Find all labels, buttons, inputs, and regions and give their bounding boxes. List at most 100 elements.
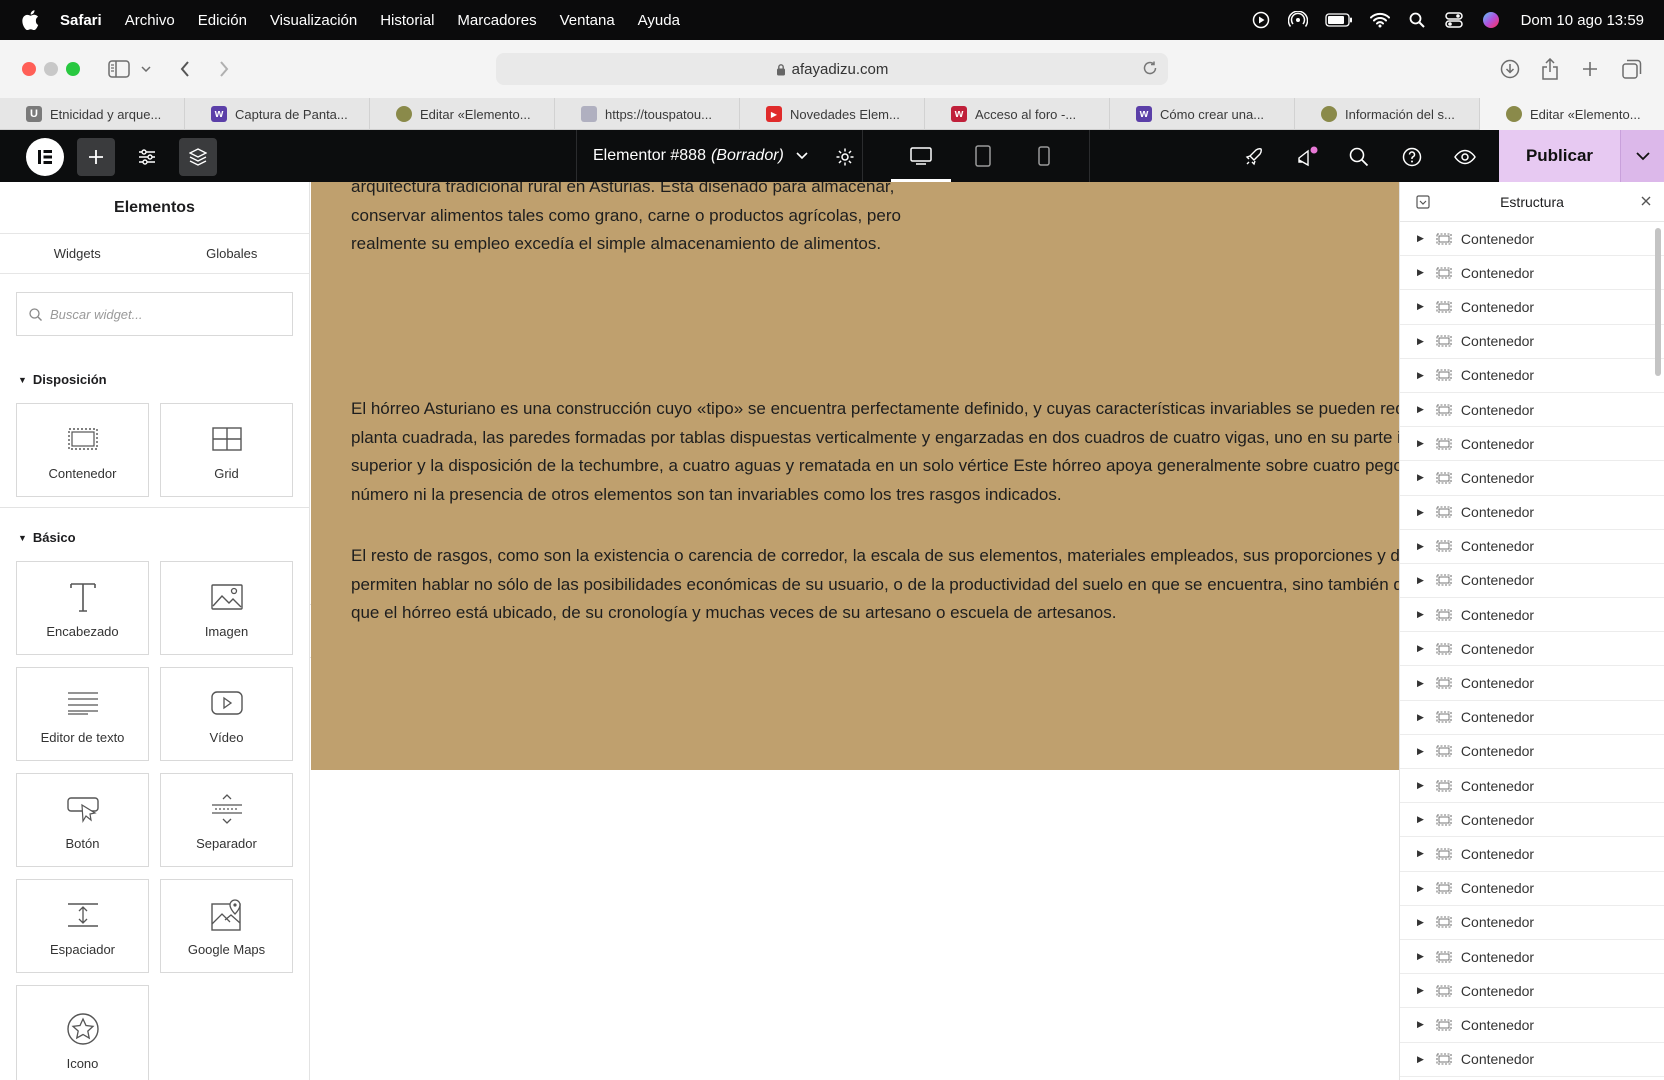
expand-arrow-icon[interactable]: ▶ bbox=[1417, 267, 1424, 278]
menu-visualizacion[interactable]: Visualización bbox=[270, 12, 357, 29]
publish-options-chevron-icon[interactable] bbox=[1620, 130, 1664, 182]
structure-item[interactable]: ▶ Contenedor bbox=[1400, 564, 1664, 599]
expand-arrow-icon[interactable]: ▶ bbox=[1417, 746, 1424, 757]
structure-item[interactable]: ▶ Contenedor bbox=[1400, 359, 1664, 393]
structure-item[interactable]: ▶ Contenedor bbox=[1400, 1043, 1664, 1077]
browser-tab[interactable]: U Etnicidad y arque... bbox=[0, 98, 185, 130]
menubar-clock[interactable]: Dom 10 ago 13:59 bbox=[1521, 12, 1644, 29]
editor-canvas[interactable]: arquitectura tradicional rural en Asturi… bbox=[311, 182, 1399, 1080]
tablet-view-icon[interactable] bbox=[953, 130, 1013, 182]
structure-scrollbar[interactable] bbox=[1655, 228, 1661, 376]
spotlight-search-icon[interactable] bbox=[1406, 9, 1428, 31]
battery-icon[interactable] bbox=[1324, 9, 1354, 31]
browser-tab[interactable]: w Captura de Panta... bbox=[185, 98, 370, 130]
expand-arrow-icon[interactable]: ▶ bbox=[1417, 438, 1424, 449]
sidebar-toggle-icon[interactable] bbox=[106, 56, 132, 82]
minimize-window-button[interactable] bbox=[44, 62, 58, 76]
widget-google-maps[interactable]: Google Maps bbox=[160, 879, 293, 973]
site-settings-icon[interactable] bbox=[128, 138, 166, 176]
section-toggle-basico[interactable]: ▼ Básico bbox=[18, 530, 309, 545]
structure-item[interactable]: ▶ Contenedor bbox=[1400, 256, 1664, 291]
expand-arrow-icon[interactable]: ▶ bbox=[1417, 301, 1424, 312]
widget-encabezado[interactable]: Encabezado bbox=[16, 561, 149, 655]
expand-arrow-icon[interactable]: ▶ bbox=[1417, 951, 1424, 962]
expand-arrow-icon[interactable]: ▶ bbox=[1417, 678, 1424, 689]
text-paragraph-3[interactable]: El resto de rasgos, como son la existenc… bbox=[351, 542, 1399, 628]
browser-tab[interactable]: w Cómo crear una... bbox=[1110, 98, 1295, 130]
reload-icon[interactable] bbox=[1142, 60, 1158, 76]
play-icon[interactable] bbox=[1250, 9, 1272, 31]
structure-item[interactable]: ▶ Contenedor bbox=[1400, 290, 1664, 325]
back-icon[interactable] bbox=[172, 56, 198, 82]
menu-ayuda[interactable]: Ayuda bbox=[638, 12, 680, 29]
structure-item[interactable]: ▶ Contenedor bbox=[1400, 803, 1664, 838]
structure-item[interactable]: ▶ Contenedor bbox=[1400, 940, 1664, 975]
expand-arrow-icon[interactable]: ▶ bbox=[1417, 780, 1424, 791]
control-center-icon[interactable] bbox=[1443, 9, 1465, 31]
mobile-view-icon[interactable] bbox=[1014, 130, 1074, 182]
structure-item[interactable]: ▶ Contenedor bbox=[1400, 632, 1664, 667]
downloads-icon[interactable] bbox=[1497, 56, 1523, 82]
share-icon[interactable] bbox=[1537, 56, 1563, 82]
chevron-down-icon[interactable] bbox=[136, 56, 156, 82]
expand-arrow-icon[interactable]: ▶ bbox=[1417, 643, 1424, 654]
browser-tab[interactable]: Editar «Elemento... bbox=[370, 98, 555, 130]
expand-arrow-icon[interactable]: ▶ bbox=[1417, 1019, 1424, 1030]
expand-arrow-icon[interactable]: ▶ bbox=[1417, 883, 1424, 894]
browser-tab[interactable]: ▶ Novedades Elem... bbox=[740, 98, 925, 130]
structure-item[interactable]: ▶ Contenedor bbox=[1400, 735, 1664, 769]
expand-arrow-icon[interactable]: ▶ bbox=[1417, 404, 1424, 415]
structure-item[interactable]: ▶ Contenedor bbox=[1400, 666, 1664, 701]
structure-item[interactable]: ▶ Contenedor bbox=[1400, 530, 1664, 564]
structure-item[interactable]: ▶ Contenedor bbox=[1400, 427, 1664, 462]
airdrop-icon[interactable] bbox=[1287, 9, 1309, 31]
add-element-button[interactable] bbox=[77, 138, 115, 176]
menu-edicion[interactable]: Edición bbox=[198, 12, 247, 29]
help-icon[interactable] bbox=[1393, 138, 1431, 176]
close-icon[interactable] bbox=[1640, 195, 1652, 207]
close-window-button[interactable] bbox=[22, 62, 36, 76]
widget-icono[interactable]: Icono bbox=[16, 985, 149, 1080]
widget-grid[interactable]: Grid bbox=[160, 403, 293, 497]
expand-arrow-icon[interactable]: ▶ bbox=[1417, 472, 1424, 483]
section-toggle-disposicion[interactable]: ▼ Disposición bbox=[18, 372, 309, 387]
structure-layers-icon[interactable] bbox=[179, 138, 217, 176]
expand-arrow-icon[interactable]: ▶ bbox=[1417, 507, 1424, 518]
browser-tab[interactable]: w Acceso al foro -... bbox=[925, 98, 1110, 130]
page-settings-gear-icon[interactable] bbox=[826, 138, 864, 176]
tab-widgets[interactable]: Widgets bbox=[0, 234, 155, 273]
menu-app-name[interactable]: Safari bbox=[60, 12, 102, 29]
preview-eye-icon[interactable] bbox=[1446, 138, 1484, 176]
widget-video[interactable]: Vídeo bbox=[160, 667, 293, 761]
expand-arrow-icon[interactable]: ▶ bbox=[1417, 917, 1424, 928]
collapse-all-icon[interactable] bbox=[1416, 195, 1430, 209]
elementor-logo-icon[interactable] bbox=[26, 138, 64, 176]
widget-contenedor[interactable]: Contenedor bbox=[16, 403, 149, 497]
text-paragraph-1[interactable]: arquitectura tradicional rural en Asturi… bbox=[351, 182, 901, 259]
expand-arrow-icon[interactable]: ▶ bbox=[1417, 336, 1424, 347]
structure-item[interactable]: ▶ Contenedor bbox=[1400, 974, 1664, 1009]
structure-item[interactable]: ▶ Contenedor bbox=[1400, 598, 1664, 633]
search-icon[interactable] bbox=[1340, 138, 1378, 176]
expand-arrow-icon[interactable]: ▶ bbox=[1417, 848, 1424, 859]
widget-boton[interactable]: Botón bbox=[16, 773, 149, 867]
widget-imagen[interactable]: Imagen bbox=[160, 561, 293, 655]
structure-item[interactable]: ▶ Contenedor bbox=[1400, 325, 1664, 359]
text-paragraph-2[interactable]: El hórreo Asturiano es una construcción … bbox=[351, 395, 1399, 510]
structure-item[interactable]: ▶ Contenedor bbox=[1400, 701, 1664, 735]
expand-arrow-icon[interactable]: ▶ bbox=[1417, 985, 1424, 996]
tab-overview-icon[interactable] bbox=[1619, 56, 1645, 82]
structure-item[interactable]: ▶ Contenedor bbox=[1400, 769, 1664, 804]
expand-arrow-icon[interactable]: ▶ bbox=[1417, 370, 1424, 381]
structure-item[interactable]: ▶ Contenedor bbox=[1400, 393, 1664, 428]
structure-item[interactable]: ▶ Contenedor bbox=[1400, 222, 1664, 257]
tab-globales[interactable]: Globales bbox=[155, 234, 310, 273]
notifications-megaphone-icon[interactable] bbox=[1288, 138, 1326, 176]
expand-arrow-icon[interactable]: ▶ bbox=[1417, 712, 1424, 723]
widget-espaciador[interactable]: Espaciador bbox=[16, 879, 149, 973]
new-tab-icon[interactable] bbox=[1577, 56, 1603, 82]
widget-separador[interactable]: Separador bbox=[160, 773, 293, 867]
structure-item[interactable]: ▶ Contenedor bbox=[1400, 496, 1664, 530]
publish-button[interactable]: Publicar bbox=[1499, 130, 1620, 182]
document-title-button[interactable]: Elementor #888 (Borrador) bbox=[593, 130, 808, 182]
